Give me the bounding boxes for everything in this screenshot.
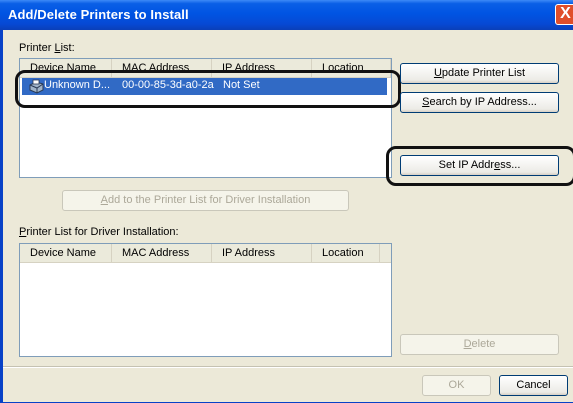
ok-button[interactable]: OK [422,375,491,396]
set-ip-callout [386,146,573,186]
search-by-ip-button[interactable]: Search by IP Address... [400,92,559,113]
column-location[interactable]: Location [312,244,380,262]
install-list-label: Printer List for Driver Installation: [19,226,179,238]
install-list-header: Device Name MAC Address IP Address Locat… [20,244,391,263]
column-ip-address[interactable]: IP Address [212,244,312,262]
column-device-name[interactable]: Device Name [20,244,112,262]
add-to-install-list-button[interactable]: Add to the Printer List for Driver Insta… [62,190,349,211]
window-title: Add/Delete Printers to Install [8,7,189,22]
row-highlight-callout [15,70,401,108]
column-mac-address[interactable]: MAC Address [112,244,212,262]
cancel-button[interactable]: Cancel [499,375,568,396]
dialog-window: Add/Delete Printers to Install X Printer… [0,0,573,403]
delete-button[interactable]: Delete [400,334,559,355]
separator [3,366,573,368]
printer-list-label: Printer List: [19,42,75,54]
title-bar[interactable]: Add/Delete Printers to Install X [0,0,573,30]
close-icon[interactable]: X [555,4,573,25]
install-list[interactable]: Device Name MAC Address IP Address Locat… [19,243,392,357]
update-printer-list-button[interactable]: Update Printer List [400,63,559,84]
